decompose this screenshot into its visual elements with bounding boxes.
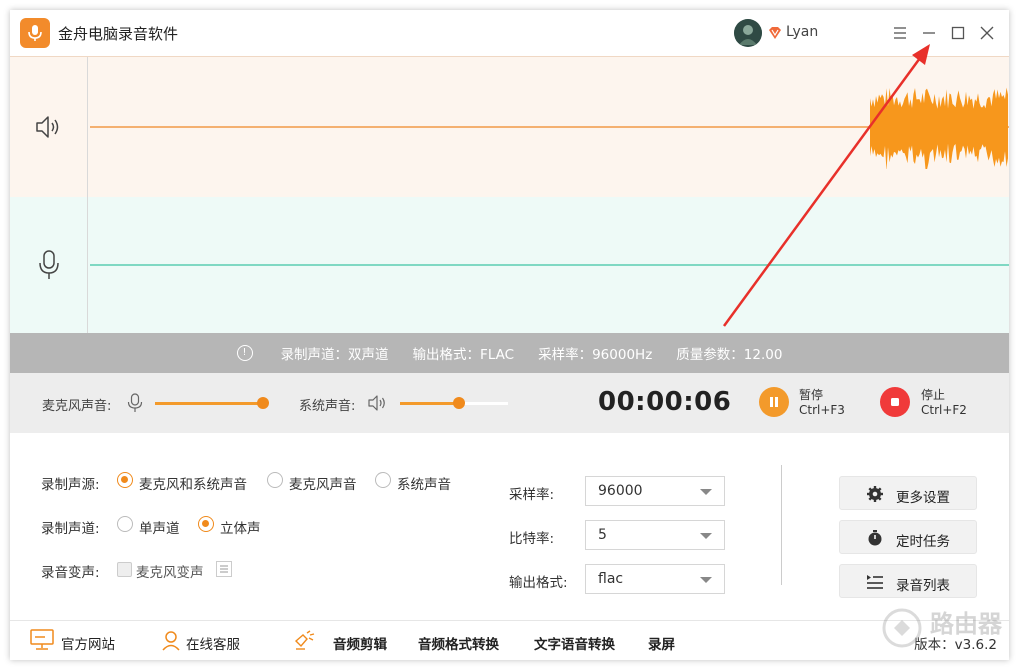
app-window: 金舟电脑录音软件 Lyan ! 录制声道：双声道 输出格式：FLAC 采样率：9… <box>10 10 1009 660</box>
app-title: 金舟电脑录音软件 <box>58 25 179 43</box>
pause-shortcut: Ctrl+F3 <box>799 403 845 417</box>
output-format-label: 输出格式: <box>509 575 568 591</box>
channel-label: 录制声道: <box>41 521 100 537</box>
support-person-icon[interactable] <box>160 629 182 655</box>
info-quality: 质量参数：12.00 <box>676 347 783 363</box>
system-volume-knob[interactable] <box>453 397 466 409</box>
mic-volume-label: 麦克风声音: <box>42 399 112 414</box>
voice-change-option[interactable]: 麦克风变声 <box>136 561 204 581</box>
pause-button-text[interactable]: 暂停 Ctrl+F3 <box>799 388 845 418</box>
system-audio-track <box>10 56 1009 198</box>
mic-volume-knob[interactable] <box>257 397 269 409</box>
audio-edit-link[interactable]: 音频剪辑 <box>333 633 387 653</box>
scheduled-task-label: 定时任务 <box>896 534 950 550</box>
voice-settings-icon[interactable] <box>216 561 232 581</box>
voice-change-checkbox[interactable] <box>117 562 132 577</box>
system-audio-waveform <box>870 87 1008 169</box>
list-icon <box>867 575 883 589</box>
chevron-down-icon <box>700 489 712 495</box>
system-volume-fill <box>400 402 460 405</box>
stop-icon <box>891 398 899 406</box>
speaker-icon <box>10 57 88 197</box>
sample-rate-select[interactable]: 96000 <box>585 476 725 506</box>
info-format: 输出格式：FLAC <box>412 347 515 363</box>
text-to-speech-link[interactable]: 文字语音转换 <box>534 633 615 653</box>
recording-timer: 00:00:06 <box>598 387 732 417</box>
source-option-system[interactable]: 系统声音 <box>397 473 451 493</box>
pause-icon <box>770 397 778 407</box>
voice-change-label: 录音变声: <box>41 565 100 581</box>
source-radio-mic-and-system[interactable] <box>117 472 133 488</box>
info-sample-rate: 采样率：96000Hz <box>538 347 653 363</box>
system-volume-icon <box>367 394 389 416</box>
bitrate-label: 比特率: <box>509 531 555 547</box>
footer-bar: 官方网站 在线客服 音频剪辑 音频格式转换 文字语音转换 录屏 版本：v3.6.… <box>10 620 1009 660</box>
close-icon[interactable] <box>976 22 998 44</box>
maximize-icon[interactable] <box>947 22 969 44</box>
more-settings-button[interactable]: 更多设置 <box>839 476 977 510</box>
recording-list-button[interactable]: 录音列表 <box>839 564 977 598</box>
channel-radio-mono[interactable] <box>117 516 133 532</box>
output-format-select[interactable]: flac <box>585 564 725 594</box>
stop-label: 停止 <box>921 388 946 402</box>
source-option-mic[interactable]: 麦克风声音 <box>289 473 357 493</box>
screen-record-link[interactable]: 录屏 <box>648 633 675 653</box>
timer-icon <box>868 530 882 546</box>
microphone-logo-icon <box>20 18 50 48</box>
watermark-text: 路由器 <box>930 610 1002 638</box>
stop-button[interactable] <box>880 387 910 417</box>
channel-option-stereo[interactable]: 立体声 <box>220 517 261 537</box>
audio-convert-link[interactable]: 音频格式转换 <box>418 633 499 653</box>
info-icon: ! <box>236 345 253 361</box>
mic-volume-fill <box>155 402 263 405</box>
bitrate-value: 5 <box>598 527 607 543</box>
source-label: 录制声源: <box>41 477 100 493</box>
chevron-down-icon <box>700 533 712 539</box>
info-channel: 录制声道：双声道 <box>280 347 389 363</box>
controls-bar: 麦克风声音: 系统声音: 00:00:06 暂停 Ctrl+F3 停止 Ctrl… <box>10 373 1009 433</box>
username[interactable]: Lyan <box>786 24 818 40</box>
stop-button-text[interactable]: 停止 Ctrl+F2 <box>921 388 967 418</box>
source-radio-mic[interactable] <box>267 472 283 488</box>
official-website-link[interactable]: 官方网站 <box>61 633 115 653</box>
gear-icon <box>867 486 883 502</box>
source-radio-system[interactable] <box>375 472 391 488</box>
microphone-icon <box>10 197 88 333</box>
microphone-baseline <box>90 264 1009 266</box>
vip-badge-icon <box>768 25 782 39</box>
more-settings-label: 更多设置 <box>896 490 950 506</box>
minimize-icon[interactable] <box>918 22 940 44</box>
pause-label: 暂停 <box>799 388 824 402</box>
scheduled-task-button[interactable]: 定时任务 <box>839 520 977 554</box>
settings-panel: 录制声源: 麦克风和系统声音 麦克风声音 系统声音 录制声道: 单声道 立体声 … <box>10 433 1009 620</box>
bitrate-select[interactable]: 5 <box>585 520 725 550</box>
sample-rate-label: 采样率: <box>509 487 555 503</box>
source-option-mic-and-system[interactable]: 麦克风和系统声音 <box>139 473 247 493</box>
watermark-logo: 路由器 <box>880 596 1020 656</box>
sample-rate-value: 96000 <box>598 483 643 499</box>
system-volume-label: 系统声音: <box>299 399 356 414</box>
recording-info-bar: ! 录制声道：双声道 输出格式：FLAC 采样率：96000Hz 质量参数：12… <box>10 333 1009 373</box>
avatar[interactable] <box>734 19 762 47</box>
microphone-track <box>10 197 1009 333</box>
monitor-icon[interactable] <box>30 629 54 655</box>
pause-button[interactable] <box>759 387 789 417</box>
channel-option-mono[interactable]: 单声道 <box>139 517 180 537</box>
title-bar: 金舟电脑录音软件 Lyan <box>10 10 1009 56</box>
output-format-value: flac <box>598 571 624 587</box>
divider <box>781 465 782 585</box>
channel-radio-stereo[interactable] <box>198 516 214 532</box>
audio-edit-icon[interactable] <box>293 629 317 655</box>
stop-shortcut: Ctrl+F2 <box>921 403 967 417</box>
online-support-link[interactable]: 在线客服 <box>186 633 240 653</box>
mic-volume-icon <box>127 393 143 417</box>
recording-list-label: 录音列表 <box>896 578 950 594</box>
chevron-down-icon <box>700 577 712 583</box>
menu-icon[interactable] <box>889 22 911 44</box>
